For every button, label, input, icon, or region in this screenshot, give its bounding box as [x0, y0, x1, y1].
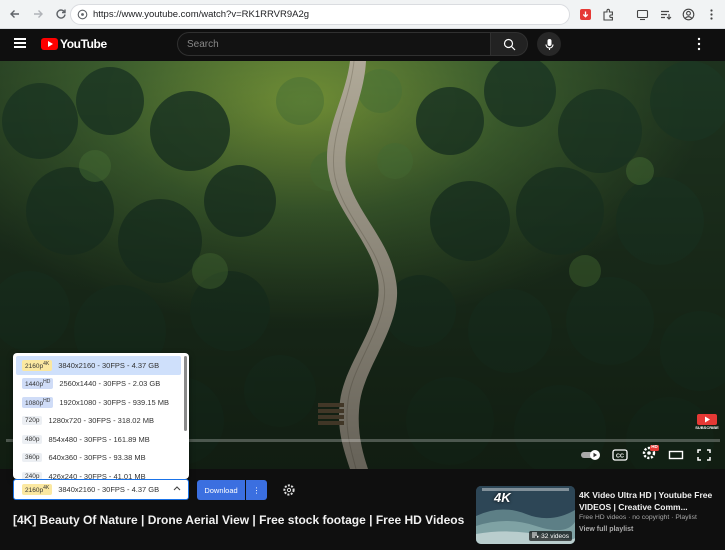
download-button[interactable]: Download	[197, 480, 245, 500]
quality-option-text: 640x360 - 30FPS - 93.38 MB	[48, 453, 146, 463]
quality-option-text: 426x240 - 30FPS - 41.01 MB	[48, 471, 146, 479]
quality-badge: 360p	[22, 453, 43, 463]
search-input[interactable]: Search	[177, 32, 491, 56]
youtube-logo-text: YouTube	[60, 37, 107, 51]
selected-quality-text: 3840x2160 - 30FPS - 4.37 GB	[58, 485, 160, 494]
quality-badge: 1080pHD	[22, 396, 54, 408]
puzzle-extensions-icon[interactable]	[598, 5, 618, 25]
voice-search-button[interactable]	[537, 32, 561, 56]
kebab-menu-icon[interactable]	[701, 5, 721, 25]
browser-actions	[575, 4, 721, 25]
quality-option[interactable]: 480p 854x480 - 30FPS - 161.89 MB	[13, 430, 185, 449]
quality-badge: 2160p4K	[22, 359, 53, 371]
quality-option-text: 854x480 - 30FPS - 161.89 MB	[48, 434, 150, 444]
download-more-button[interactable]: ⋮	[246, 480, 267, 500]
autoplay-toggle-icon[interactable]	[580, 445, 602, 465]
toolbar-divider	[621, 5, 629, 25]
quality-option-text: 1920x1080 - 30FPS - 939.15 MB	[59, 397, 169, 407]
quality-options: 2160p4K 3840x2160 - 30FPS - 4.37 GB 1440pH…	[13, 356, 185, 479]
dropdown-scrollbar[interactable]	[184, 356, 187, 431]
fullscreen-icon[interactable]	[697, 445, 711, 465]
quality-option-text: 3840x2160 - 30FPS - 4.37 GB	[58, 360, 160, 370]
url-text: https://www.youtube.com/watch?v=RK1RRVR9…	[93, 9, 310, 20]
quality-badge: 1440pHD	[22, 378, 54, 390]
captions-icon[interactable]: CC	[612, 445, 628, 465]
quality-select[interactable]: 2160p4K 3840x2160 - 30FPS - 4.37 GB	[13, 479, 189, 500]
profile-icon[interactable]	[678, 5, 698, 25]
screen-cast-icon[interactable]	[632, 5, 652, 25]
quality-option[interactable]: 240p 426x240 - 30FPS - 41.01 MB	[13, 467, 185, 479]
subscribe-watermark[interactable]: SUBSCRIBE	[695, 413, 719, 431]
search-icon	[503, 38, 515, 50]
quality-option[interactable]: 720p 1280x720 - 30FPS - 318.02 MB	[13, 412, 185, 431]
svg-text:CC: CC	[616, 454, 624, 460]
quality-badge: 480p	[22, 434, 43, 444]
playlist-meta: Free HD videos · no copyright · Playlist	[579, 514, 697, 521]
quality-option-text: 2560x1440 - 30FPS - 2.03 GB	[59, 379, 161, 389]
forward-arrow-icon[interactable]	[27, 3, 49, 25]
quality-dropdown-list[interactable]: 2160p4K 3840x2160 - 30FPS - 4.37 GB 1440pH…	[13, 353, 189, 479]
search-button[interactable]	[491, 32, 528, 56]
gear-icon[interactable]	[282, 483, 296, 497]
quality-option[interactable]: 1080pHD 1920x1080 - 30FPS - 939.15 MB	[13, 393, 185, 412]
selected-quality-badge: 2160p4K	[22, 483, 53, 496]
quality-option-text: 1280x720 - 30FPS - 318.02 MB	[48, 416, 154, 426]
playlist-video-count: 32 videos	[529, 531, 572, 541]
playlist-title[interactable]: 4K Video Ultra HD | Youtube Free VIDEOS …	[579, 489, 721, 513]
quality-badge: 720p	[22, 416, 43, 426]
extension-download-icon[interactable]	[575, 5, 595, 25]
site-info-icon[interactable]	[73, 6, 91, 24]
settings-hd-badge: HD	[651, 444, 658, 450]
microphone-icon	[544, 38, 554, 50]
theater-mode-icon[interactable]	[668, 445, 684, 465]
quality-option[interactable]: 2160p4K 3840x2160 - 30FPS - 4.37 GB	[16, 356, 181, 375]
youtube-logo[interactable]: YouTube	[41, 37, 107, 51]
playlist-icon	[532, 532, 540, 538]
hamburger-menu-icon[interactable]	[14, 38, 26, 48]
subscribe-watermark-text: SUBSCRIBE	[695, 425, 719, 430]
quality-option[interactable]: 1440pHD 2560x1440 - 30FPS - 2.03 GB	[13, 375, 185, 394]
quality-option[interactable]: 360p 640x360 - 30FPS - 93.38 MB	[13, 449, 185, 468]
playlist-thumb-label: 4K	[494, 490, 511, 505]
more-options-icon[interactable]	[692, 35, 706, 53]
youtube-play-logo-icon	[41, 38, 58, 50]
reading-list-icon[interactable]	[655, 5, 675, 25]
video-title: [4K] Beauty Of Nature | Drone Aerial Vie…	[13, 513, 465, 527]
reload-icon[interactable]	[50, 3, 72, 25]
back-arrow-icon[interactable]	[4, 3, 26, 25]
youtube-header: YouTube Search	[0, 29, 725, 61]
chevron-up-icon	[173, 484, 181, 493]
quality-badge: 240p	[22, 471, 43, 479]
search-placeholder: Search	[187, 39, 219, 50]
playlist-thumbnail[interactable]: 4K 32 videos	[476, 486, 575, 544]
view-full-playlist-link[interactable]: View full playlist	[579, 526, 633, 533]
address-bar[interactable]: https://www.youtube.com/watch?v=RK1RRVR9…	[70, 4, 570, 25]
settings-icon[interactable]: HD	[641, 442, 659, 462]
